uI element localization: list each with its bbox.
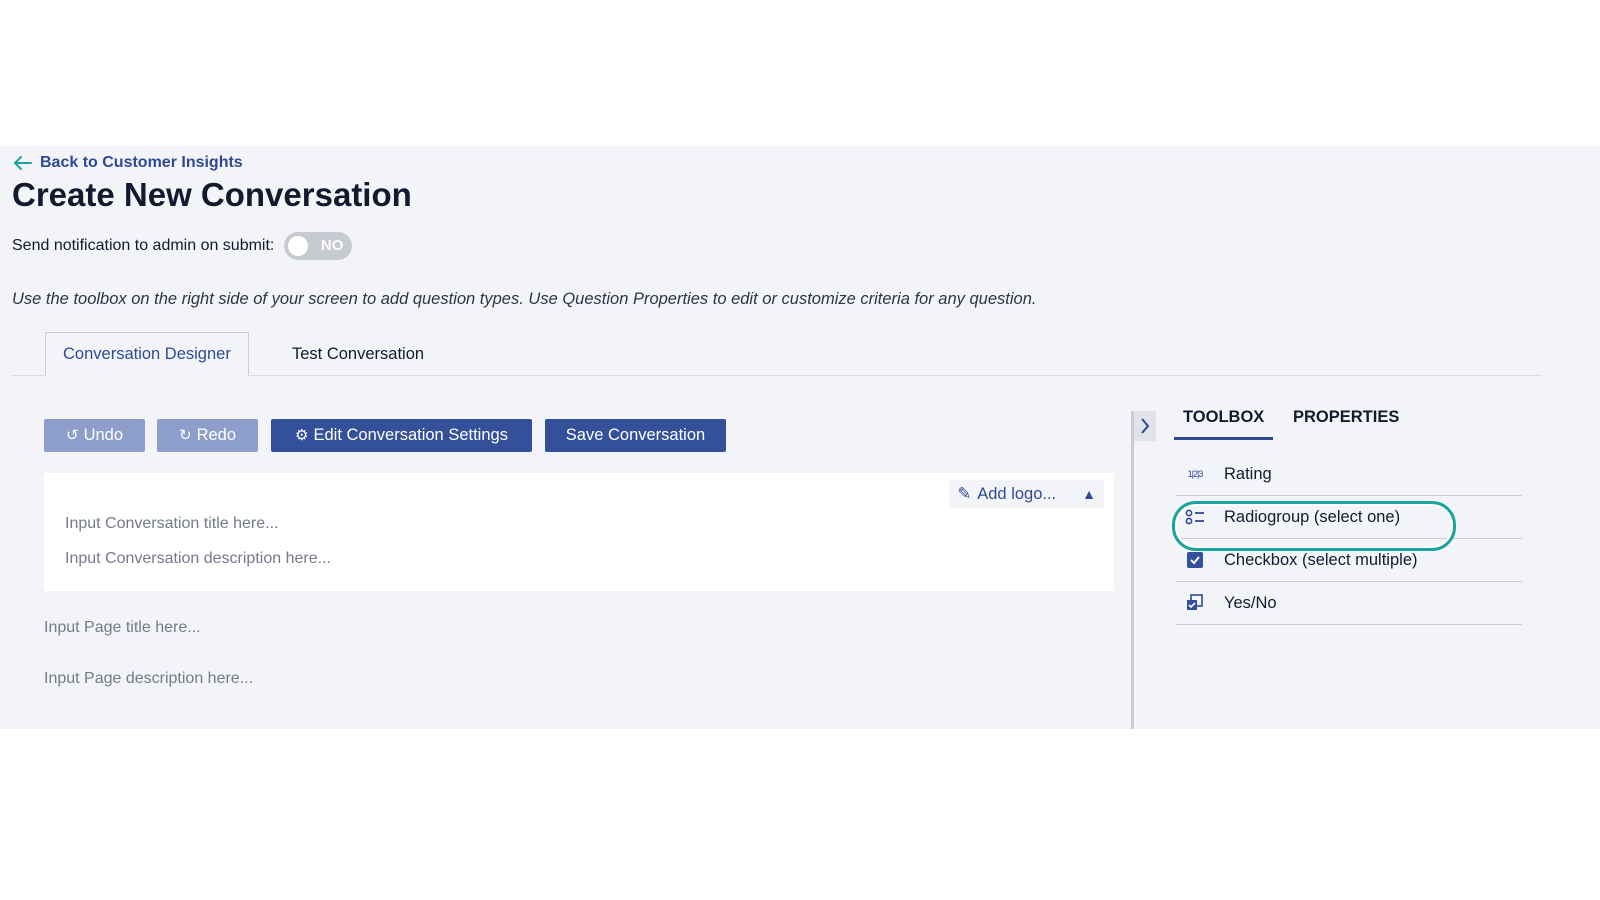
boolean-icon: [1176, 594, 1214, 612]
pencil-icon: ✎: [957, 485, 972, 503]
edit-settings-button[interactable]: ⚙ Edit Conversation Settings: [271, 419, 532, 452]
notify-toggle[interactable]: NO: [284, 232, 353, 260]
tab-bar: Conversation Designer Test Conversation: [12, 332, 1542, 376]
chevron-right-icon: [1141, 418, 1150, 434]
toolbox-item-rating[interactable]: 1|2|3 Rating: [1176, 453, 1522, 496]
toolbox-item-boolean[interactable]: Yes/No: [1176, 582, 1522, 625]
page-title-input[interactable]: Input Page title here...: [44, 619, 201, 637]
tab-toolbox[interactable]: TOOLBOX: [1174, 408, 1274, 440]
toggle-knob: [288, 236, 309, 256]
notify-label: Send notification to admin on submit:: [12, 237, 275, 254]
toolbox-item-checkbox[interactable]: Checkbox (select multiple): [1176, 539, 1522, 582]
undo-label: Undo: [83, 426, 124, 444]
rating-icon: 1|2|3: [1187, 469, 1204, 479]
conversation-header-card: ✎ Add logo... ▲ Input Conversation title…: [44, 473, 1114, 591]
back-link-label: Back to Customer Insights: [40, 154, 243, 171]
notify-row: Send notification to admin on submit: NO: [12, 232, 353, 260]
save-conversation-label: Save Conversation: [565, 426, 706, 444]
toolbox-item-radiogroup[interactable]: Radiogroup (select one): [1176, 496, 1522, 539]
tab-conversation-designer[interactable]: Conversation Designer: [45, 332, 249, 376]
add-logo-label: Add logo...: [977, 485, 1057, 503]
radiogroup-icon: [1176, 509, 1214, 525]
back-link[interactable]: Back to Customer Insights: [14, 154, 243, 172]
add-logo-button[interactable]: ✎ Add logo... ▲: [949, 480, 1104, 508]
redo-icon: ↻: [178, 427, 192, 444]
edit-settings-label: Edit Conversation Settings: [313, 426, 508, 444]
redo-button[interactable]: ↻ Redo: [157, 419, 258, 452]
conversation-title-input[interactable]: Input Conversation title here...: [65, 515, 278, 533]
toolbox-item-label: Rating: [1224, 464, 1272, 483]
conversation-description-input[interactable]: Input Conversation description here...: [65, 550, 331, 568]
app-body: Back to Customer Insights Create New Con…: [0, 146, 1600, 729]
undo-button[interactable]: ↺ Undo: [44, 419, 145, 452]
toggle-label: NO: [320, 237, 344, 254]
gear-icon: ⚙: [295, 427, 309, 444]
arrow-left-icon: [14, 156, 32, 170]
tab-test-conversation[interactable]: Test Conversation: [275, 333, 441, 375]
panel-divider[interactable]: [1131, 411, 1134, 729]
redo-label: Redo: [196, 426, 237, 444]
toolbox-item-label: Radiogroup (select one): [1224, 507, 1401, 526]
instructions-text: Use the toolbox on the right side of you…: [12, 290, 1037, 308]
page-description-input[interactable]: Input Page description here...: [44, 670, 253, 688]
page-title: Create New Conversation: [12, 176, 412, 213]
collapse-panel-button[interactable]: [1134, 411, 1156, 441]
toolbox-item-label: Yes/No: [1224, 593, 1277, 612]
undo-icon: ↺: [65, 427, 79, 444]
save-conversation-button[interactable]: Save Conversation: [545, 419, 726, 452]
toolbox-item-label: Checkbox (select multiple): [1224, 550, 1418, 569]
tab-properties[interactable]: PROPERTIES: [1293, 408, 1399, 437]
checkbox-icon: [1176, 552, 1214, 568]
chevron-up-icon[interactable]: ▲: [1082, 480, 1096, 508]
